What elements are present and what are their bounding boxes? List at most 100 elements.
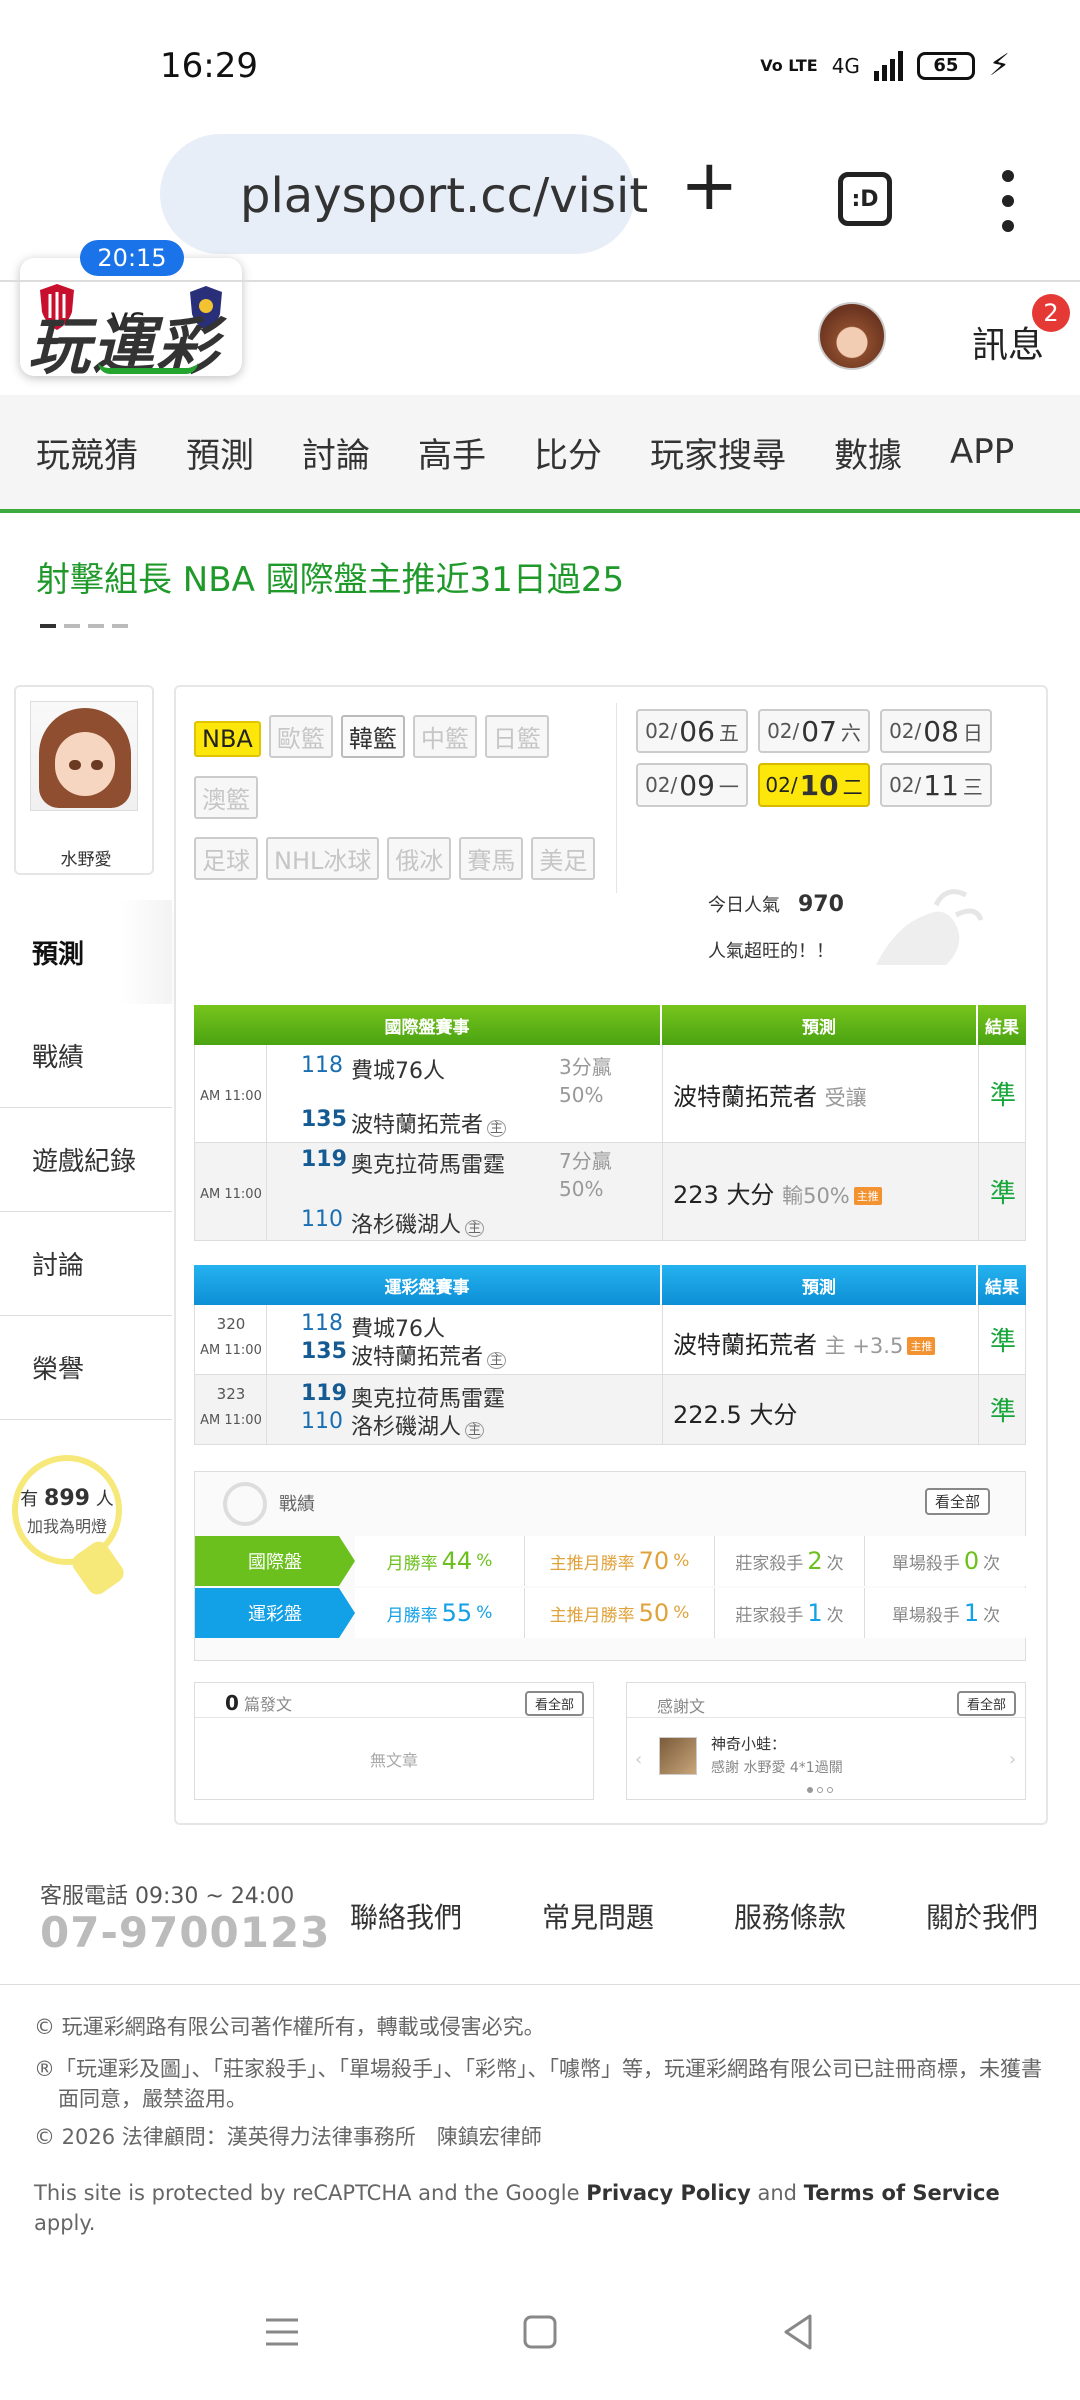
sport-chip[interactable]: 賽馬 xyxy=(459,837,524,880)
thanks-see-all-button[interactable]: 看全部 xyxy=(957,1691,1017,1716)
footer-link-about[interactable]: 關於我們 xyxy=(926,1896,1038,1936)
match-time: 20:15 xyxy=(80,240,184,276)
nav-item[interactable]: 高手 xyxy=(418,428,486,477)
posts-see-all-button[interactable]: 看全部 xyxy=(525,1691,585,1716)
nav-item[interactable]: 數據 xyxy=(834,428,902,477)
service-phone[interactable]: 07-9700123 xyxy=(40,1908,330,1957)
status-bar: 16:29 Vo LTE 4G 65 ⚡ xyxy=(0,0,1080,130)
sport-chip[interactable]: 韓籃 xyxy=(340,715,405,758)
sidebar-item-record[interactable]: 戰績 xyxy=(0,1004,172,1108)
record-see-all-button[interactable]: 看全部 xyxy=(925,1488,991,1515)
user-profile-picture xyxy=(30,701,138,811)
sidebar-item-honor[interactable]: 榮譽 xyxy=(0,1316,172,1420)
messages-link[interactable]: 訊息 xyxy=(972,316,1044,368)
prev-arrow-icon[interactable]: ‹ xyxy=(635,1749,642,1770)
col-header-pred: 預測 xyxy=(662,1265,978,1305)
col-header-game: 國際盤賽事 xyxy=(194,1005,662,1045)
user-name: 水野愛 xyxy=(60,850,112,870)
nav-item[interactable]: 玩家搜尋 xyxy=(650,428,786,477)
sport-chip[interactable]: 澳籃 xyxy=(194,776,258,819)
banker-killer: 莊家殺手 1 次 xyxy=(715,1588,865,1638)
home-team: 洛杉磯湖人主 xyxy=(351,1409,485,1441)
sidebar-item-discussion[interactable]: 討論 xyxy=(0,1212,172,1316)
handicap-odds: 7分贏 50% xyxy=(559,1149,612,1201)
popularity-note: 人氣超旺的！！ xyxy=(708,941,834,962)
status-icons: Vo LTE 4G 65 ⚡ xyxy=(760,48,1010,83)
recents-icon[interactable] xyxy=(262,2312,302,2352)
charging-icon: ⚡ xyxy=(988,48,1010,83)
team-number: 118 xyxy=(301,1311,343,1336)
game-time: AM 11:00 xyxy=(200,1187,262,1202)
team-number: 119 xyxy=(301,1147,347,1172)
fan-cta: 加我為明燈 xyxy=(26,1517,107,1536)
team-number: 135 xyxy=(301,1339,347,1364)
single-killer: 單場殺手 1 次 xyxy=(865,1588,1027,1638)
posts-count-line: 0 篇發文 xyxy=(225,1691,293,1715)
popularity-line: 今日人氣 970 xyxy=(708,892,844,917)
record-title: 戰績 xyxy=(279,1494,315,1515)
date-button[interactable]: 02/08 日 xyxy=(880,709,992,753)
prediction-panel: NBA 歐籃 韓籃 中籃 日籃 澳籃 足球 NHL冰球 俄冰 賽馬 美足 02/06 五 02/0… xyxy=(174,685,1048,1825)
nav-item[interactable]: 預測 xyxy=(186,428,254,477)
table-row[interactable]: AM 11:00 118 費城76人 135 波特蘭拓荒者主 3分贏 50% 波特… xyxy=(194,1045,1026,1143)
privacy-policy-link[interactable]: Privacy Policy xyxy=(586,2181,751,2205)
sidebar-item-predictions[interactable]: 預測 xyxy=(0,900,172,1004)
date-button[interactable]: 02/09 一 xyxy=(636,763,748,807)
date-button[interactable]: 02/11 三 xyxy=(880,763,992,807)
lawyer-text: © 2026 法律顧問：漢英得力法律事務所 陳鎮宏律師 xyxy=(34,2125,542,2149)
team-number: 110 xyxy=(301,1409,343,1434)
single-killer: 單場殺手 0 次 xyxy=(865,1536,1027,1586)
thanks-avatar xyxy=(659,1737,697,1775)
sport-chip[interactable]: 日籃 xyxy=(484,715,549,758)
sport-chip-nba[interactable]: NBA xyxy=(194,721,261,757)
table-row[interactable]: AM 11:00 119 奧克拉荷馬雷霆 110 洛杉磯湖人主 7分贏 50% 2… xyxy=(194,1143,1026,1241)
nav-item[interactable]: 討論 xyxy=(302,428,370,477)
battery-icon: 65 xyxy=(916,51,975,80)
url-text[interactable]: playsport.cc/visit xyxy=(240,168,648,224)
user-avatar[interactable] xyxy=(818,302,886,370)
new-tab-plus-icon[interactable]: + xyxy=(680,150,739,220)
record-label: 運彩盤 xyxy=(195,1588,355,1638)
sport-chip[interactable]: 歐籃 xyxy=(268,715,333,758)
nav-item[interactable]: 比分 xyxy=(534,428,602,477)
home-icon[interactable] xyxy=(520,2312,560,2352)
footer-link-faq[interactable]: 常見問題 xyxy=(542,1896,654,1936)
sidebar-item-game-log[interactable]: 遊戲紀錄 xyxy=(0,1108,172,1212)
sport-chip[interactable]: 中籃 xyxy=(412,715,477,758)
next-arrow-icon[interactable]: › xyxy=(1009,1749,1016,1770)
footer-link-terms[interactable]: 服務條款 xyxy=(734,1896,846,1936)
sport-chip[interactable]: 足球 xyxy=(194,837,258,880)
nav-item[interactable]: 玩競猜 xyxy=(36,428,138,477)
sport-chip[interactable]: NHL冰球 xyxy=(266,837,380,880)
sport-chip[interactable]: 美足 xyxy=(531,837,596,880)
team-number: 118 xyxy=(301,1053,343,1078)
main-pick-tag: 主推 xyxy=(853,1187,882,1205)
result-correct: 準 xyxy=(989,1397,1016,1427)
footer-link-contact[interactable]: 聯絡我們 xyxy=(350,1896,462,1936)
mascot-decoration-icon xyxy=(876,889,984,965)
month-win-rate: 月勝率 44% xyxy=(355,1536,525,1586)
more-menu-icon[interactable] xyxy=(1000,170,1016,232)
target-icon xyxy=(223,1482,267,1526)
terms-of-service-link[interactable]: Terms of Service xyxy=(804,2181,1000,2205)
fan-count-line: 有 899 人 xyxy=(20,1486,114,1511)
table-row[interactable]: 320 AM 11:00 118 費城76人 135 波特蘭拓荒者主 波特蘭拓荒… xyxy=(194,1305,1026,1375)
back-icon[interactable] xyxy=(778,2312,818,2352)
month-win-rate: 月勝率 55% xyxy=(355,1588,525,1638)
date-button[interactable]: 02/06 五 xyxy=(636,709,748,753)
nav-item[interactable]: APP xyxy=(950,432,1014,472)
thanks-author: 神奇小蛙： xyxy=(711,1735,787,1753)
date-button[interactable]: 02/07 六 xyxy=(758,709,870,753)
tabs-icon[interactable]: :D xyxy=(838,172,892,226)
home-team: 波特蘭拓荒者主 xyxy=(351,1107,507,1139)
promo-banner-text[interactable]: 射擊組長 NBA 國際盤主推近31日過25 xyxy=(36,552,624,601)
sport-filter: NBA 歐籃 韓籃 中籃 日籃 澳籃 足球 NHL冰球 俄冰 賽馬 美足 xyxy=(194,715,624,898)
team-number: 119 xyxy=(301,1381,347,1406)
table-row[interactable]: 323 AM 11:00 119 奧克拉荷馬雷霆 110 洛杉磯湖人主 222.… xyxy=(194,1375,1026,1445)
main-pick-tag: 主推 xyxy=(907,1337,936,1355)
user-card[interactable]: 水野愛 xyxy=(14,685,154,875)
team-number: 135 xyxy=(301,1107,347,1132)
home-team: 洛杉磯湖人主 xyxy=(351,1207,485,1239)
date-button-selected[interactable]: 02/10 二 xyxy=(758,763,870,807)
sport-chip[interactable]: 俄冰 xyxy=(387,837,452,880)
